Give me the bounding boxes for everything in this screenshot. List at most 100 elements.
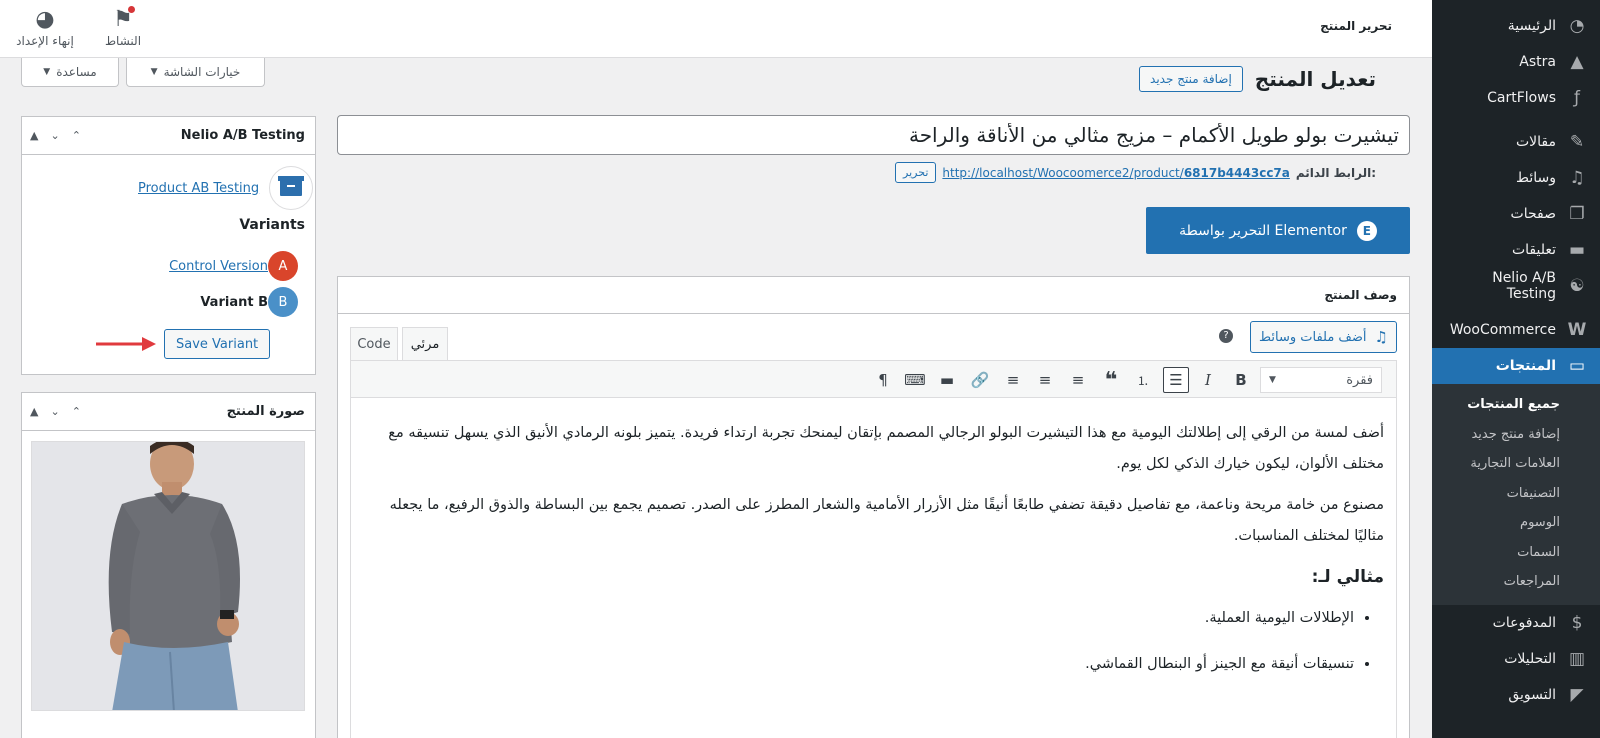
- screen-options-button[interactable]: ▼ خيارات الشاشة: [126, 58, 265, 87]
- product-ab-testing-link[interactable]: Product AB Testing: [138, 181, 259, 196]
- sidebar-item-marketing[interactable]: ◤ التسويق: [1432, 677, 1600, 713]
- sidebar-item-nelio[interactable]: ☯ Nelio A/B Testing: [1432, 268, 1600, 304]
- format-select[interactable]: ▼ فقرة: [1260, 367, 1382, 393]
- align-right-icon[interactable]: ≡: [1000, 367, 1026, 393]
- sidebar-item-payments[interactable]: $ المدفوعات: [1432, 605, 1600, 641]
- admin-sidebar: ◔ الرئيسية ▲ Astra ƒ CartFlows ✎ مقالات ♫ وسا…: [1424, 0, 1600, 738]
- bullet-list-icon[interactable]: ☰: [1163, 367, 1189, 393]
- help-icon[interactable]: ?: [1219, 329, 1233, 343]
- sidebar-item-products[interactable]: ▭ المنتجات: [1424, 348, 1600, 384]
- permalink-row: الرابط الدائم: http://localhost/Woocoome…: [895, 162, 1376, 183]
- caret-down-icon: ▼: [43, 67, 51, 77]
- description-list: الإطلالات اليومية العملية. تنسيقات أنيقة…: [371, 603, 1384, 680]
- add-new-product-button[interactable]: إضافة منتج جديد: [1139, 66, 1243, 92]
- variants-heading: Variants: [239, 217, 305, 233]
- permalink-link[interactable]: http://localhost/Woocoomerce2/product/68…: [942, 166, 1289, 180]
- sidebar-item-analytics[interactable]: ▥ التحليلات: [1432, 641, 1600, 677]
- media-icon: ♫: [1374, 328, 1388, 346]
- activity-button[interactable]: ⚑ النشاط: [88, 6, 158, 48]
- sidebar-item-woocommerce[interactable]: W WooCommerce: [1432, 312, 1600, 348]
- rtl-paragraph-icon[interactable]: ¶: [870, 367, 896, 393]
- payments-icon: $: [1571, 612, 1583, 633]
- notification-dot: [128, 6, 135, 13]
- product-image[interactable]: [31, 441, 305, 711]
- chevron-up-icon[interactable]: ⌃: [72, 405, 81, 418]
- product-title-input[interactable]: [337, 115, 1410, 155]
- variant-a-badge: A: [268, 251, 298, 281]
- sidebar-item-posts[interactable]: ✎ مقالات: [1432, 124, 1600, 160]
- submenu-add-new[interactable]: إضافة منتج جديد: [1432, 420, 1600, 450]
- sidebar-item-comments[interactable]: ▬ تعليقات: [1432, 232, 1600, 268]
- nelio-ab-testing-box: ▲ ⌄ ⌃ Nelio A/B Testing Product AB Testi…: [21, 116, 316, 375]
- sidebar-item-pages[interactable]: ❐ صفحات: [1432, 196, 1600, 232]
- media-row: أضف ملفات وسائط ♫ ?: [350, 321, 1397, 355]
- products-icon: ▭: [1568, 356, 1586, 376]
- elementor-icon: E: [1356, 220, 1377, 241]
- submenu-brands[interactable]: العلامات التجارية: [1432, 449, 1600, 479]
- product-description-box: وصف المنتج أضف ملفات وسائط ♫ ? Code مرئي…: [337, 276, 1410, 738]
- product-image-box: ▲ ⌄ ⌃ صورة المنتج: [21, 392, 316, 738]
- chevron-up-icon[interactable]: ⌃: [72, 129, 81, 142]
- editor-toolbar: ▼ فقرة B I ☰ ⒈ ❝ ≡ ≡ ≡ 🔗 ▬ ⌨ ¶: [351, 361, 1396, 398]
- archive-box-icon: [269, 166, 314, 210]
- submenu-all-products[interactable]: جميع المنتجات: [1432, 390, 1600, 420]
- control-version-link[interactable]: Control Version: [169, 259, 268, 274]
- bold-icon[interactable]: B: [1228, 367, 1254, 393]
- permalink-edit-button[interactable]: تحرير: [895, 162, 937, 183]
- move-up-icon[interactable]: ▲: [30, 129, 38, 142]
- finish-setup-button[interactable]: ◕ إنهاء الإعداد: [10, 6, 80, 48]
- add-media-button[interactable]: أضف ملفات وسائط ♫: [1250, 321, 1397, 353]
- image-box-header: ▲ ⌄ ⌃ صورة المنتج: [22, 393, 315, 431]
- variant-b-badge: B: [268, 287, 298, 317]
- italic-icon[interactable]: I: [1195, 367, 1221, 393]
- sidebar-item-dashboard[interactable]: ◔ الرئيسية: [1432, 8, 1600, 44]
- description-paragraph: أضف لمسة من الرقي إلى إطلالتك اليومية مع…: [388, 425, 1384, 472]
- align-left-icon[interactable]: ≡: [1065, 367, 1091, 393]
- flag-icon: ⚑: [88, 6, 158, 34]
- move-up-icon[interactable]: ▲: [30, 405, 38, 418]
- variant-b-row: Variant B B: [200, 287, 298, 317]
- nelio-box-header: ▲ ⌄ ⌃ Nelio A/B Testing: [22, 117, 315, 155]
- description-paragraph: مصنوع من خامة مريحة وناعمة، مع تفاصيل دق…: [389, 497, 1384, 544]
- page-heading: تحرير المنتج: [1320, 19, 1392, 33]
- editor: ▼ فقرة B I ☰ ⒈ ❝ ≡ ≡ ≡ 🔗 ▬ ⌨ ¶ أضف لمسة …: [350, 360, 1397, 738]
- chevron-down-icon[interactable]: ⌄: [50, 405, 59, 418]
- help-tab-button[interactable]: ▼ مساعدة: [21, 58, 119, 87]
- variant-b-label: Variant B: [200, 294, 268, 310]
- chevron-down-icon[interactable]: ⌄: [50, 129, 59, 142]
- caret-down-icon: ▼: [1269, 375, 1276, 385]
- woocommerce-icon: W: [1567, 320, 1587, 340]
- read-more-icon[interactable]: ▬: [934, 367, 960, 393]
- progress-circle-icon: ◕: [35, 7, 55, 32]
- sidebar-item-media[interactable]: ♫ وسائط: [1432, 160, 1600, 196]
- pin-icon: ✎: [1569, 132, 1585, 152]
- keyboard-icon[interactable]: ⌨: [902, 367, 928, 393]
- nelio-test-row: Product AB Testing: [138, 166, 314, 210]
- edit-with-elementor-button[interactable]: التحرير بواسطة Elementor E: [1146, 207, 1410, 254]
- editor-content[interactable]: أضف لمسة من الرقي إلى إطلالتك اليومية مع…: [351, 398, 1396, 680]
- submenu-reviews[interactable]: المراجعات: [1432, 567, 1600, 597]
- list-item: تنسيقات أنيقة مع الجينز أو البنطال القما…: [371, 649, 1354, 680]
- submenu-tags[interactable]: الوسوم: [1432, 508, 1600, 538]
- link-icon[interactable]: 🔗: [967, 367, 993, 393]
- submenu-attributes[interactable]: السمات: [1432, 538, 1600, 568]
- nelio-box-title: Nelio A/B Testing: [180, 128, 305, 143]
- tab-code[interactable]: Code: [350, 327, 398, 361]
- sidebar-item-astra[interactable]: ▲ Astra: [1432, 44, 1600, 80]
- align-center-icon[interactable]: ≡: [1032, 367, 1058, 393]
- dashboard-icon: ◔: [1569, 16, 1585, 36]
- description-box-title: وصف المنتج: [338, 277, 1409, 314]
- tab-visual[interactable]: مرئي: [402, 327, 448, 361]
- numbered-list-icon[interactable]: ⒈: [1130, 367, 1156, 393]
- page-title: تعديل المنتج: [1254, 67, 1376, 91]
- marketing-icon: ◤: [1570, 684, 1584, 705]
- variant-control-row: Control Version A: [169, 251, 298, 281]
- save-variant-button[interactable]: Save Variant: [164, 329, 271, 359]
- title-row: تعديل المنتج إضافة منتج جديد: [1139, 66, 1376, 92]
- submenu-categories[interactable]: التصنيفات: [1432, 479, 1600, 509]
- sidebar-item-cartflows[interactable]: ƒ CartFlows: [1432, 80, 1600, 116]
- blockquote-icon[interactable]: ❝: [1098, 367, 1124, 393]
- astra-icon: ▲: [1570, 52, 1584, 72]
- top-bar: ◕ إنهاء الإعداد ⚑ النشاط تحرير المنتج: [0, 0, 1432, 58]
- list-item: الإطلالات اليومية العملية.: [371, 603, 1354, 634]
